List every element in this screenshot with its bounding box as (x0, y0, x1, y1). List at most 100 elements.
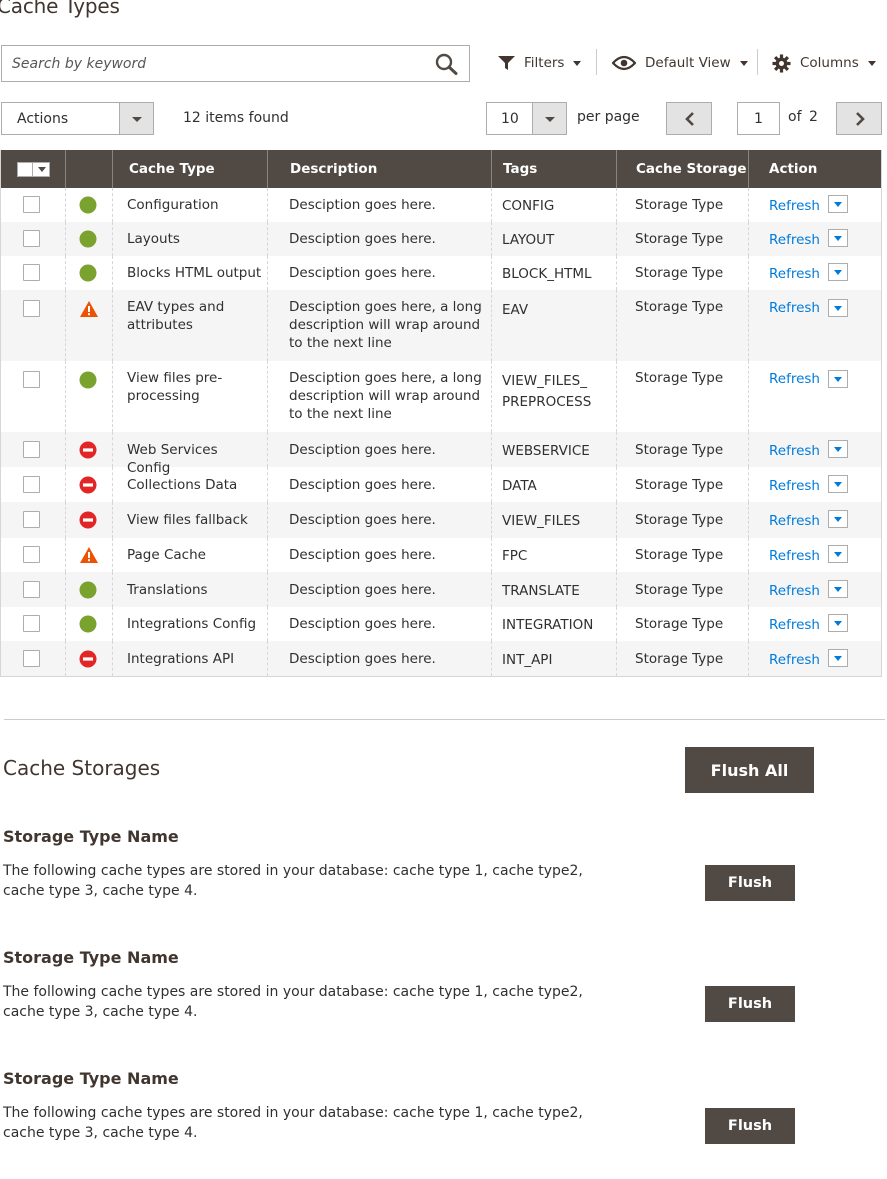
refresh-link[interactable]: Refresh (769, 547, 820, 572)
row-action-dropdown[interactable] (828, 474, 848, 493)
row-checkbox[interactable] (23, 511, 40, 528)
cell-description: Desciption goes here. (289, 616, 436, 632)
columns-button[interactable]: Columns (772, 49, 876, 77)
column-header-cache-type[interactable]: Cache Type (112, 150, 267, 188)
column-divider (748, 290, 749, 361)
refresh-link[interactable]: Refresh (769, 582, 820, 608)
search-icon[interactable] (435, 53, 459, 75)
column-header-action[interactable]: Action (748, 150, 882, 188)
row-action-dropdown[interactable] (828, 579, 848, 598)
refresh-link[interactable]: Refresh (769, 197, 820, 222)
row-action-dropdown[interactable] (828, 545, 848, 563)
column-divider (748, 572, 749, 607)
view-label: Default View (645, 55, 731, 71)
column-divider (491, 361, 492, 432)
row-checkbox[interactable] (23, 300, 40, 317)
view-switcher[interactable]: Default View (611, 49, 748, 77)
cell-tags: VIEW_FILES (502, 513, 581, 529)
column-header-tags[interactable]: Tags (491, 150, 616, 188)
refresh-link[interactable]: Refresh (769, 477, 820, 503)
column-divider (65, 432, 66, 467)
table-row: View files fallback Desciption goes here.… (1, 502, 881, 538)
column-divider (267, 222, 268, 256)
column-divider (616, 607, 617, 641)
mass-select-checkbox[interactable] (17, 162, 50, 177)
column-divider (267, 290, 268, 361)
page-number-input[interactable] (737, 102, 780, 135)
chevron-down-icon (834, 446, 842, 452)
funnel-icon (497, 55, 516, 71)
cell-cache-storage: Storage Type (635, 299, 724, 315)
refresh-link[interactable]: Refresh (769, 512, 820, 538)
row-action-dropdown[interactable] (828, 263, 848, 281)
refresh-link[interactable]: Refresh (769, 370, 820, 432)
table-row: Collections Data Desciption goes here. DAT… (1, 467, 881, 502)
flush-button[interactable]: Flush (705, 1108, 795, 1144)
row-checkbox[interactable] (23, 546, 40, 563)
filters-button[interactable]: Filters (497, 49, 582, 77)
row-action-dropdown[interactable] (828, 299, 848, 317)
refresh-link[interactable]: Refresh (769, 299, 820, 361)
column-divider (491, 256, 492, 290)
filters-label: Filters (524, 55, 565, 71)
next-page-button[interactable] (836, 102, 882, 135)
select-all-column (1, 150, 65, 188)
row-action-dropdown[interactable] (828, 510, 848, 528)
per-page-toggle[interactable] (532, 103, 566, 134)
row-action-dropdown[interactable] (828, 229, 848, 247)
cell-tags: EAV (502, 302, 529, 318)
refresh-link[interactable]: Refresh (769, 231, 820, 256)
cell-cache-storage: Storage Type (635, 265, 724, 281)
column-divider (616, 432, 617, 467)
cell-cache-storage: Storage Type (635, 547, 724, 563)
row-action-dropdown[interactable] (828, 648, 848, 667)
cell-cache-type: Integrations API (127, 650, 235, 667)
per-page-select[interactable]: 10 (486, 102, 567, 135)
refresh-link[interactable]: Refresh (769, 265, 820, 290)
row-checkbox[interactable] (23, 615, 40, 632)
table-row: Layouts Desciption goes here. LAYOUT Storag… (1, 222, 881, 256)
chevron-left-icon (685, 112, 694, 126)
row-checkbox[interactable] (23, 649, 40, 667)
search-input[interactable] (2, 46, 422, 81)
row-checkbox[interactable] (23, 580, 40, 598)
actions-dropdown[interactable]: Actions (1, 102, 154, 135)
cell-tags: TRANSLATE (502, 582, 580, 599)
cell-tags: FPC (502, 548, 528, 564)
column-divider (65, 361, 66, 432)
prev-page-button[interactable] (666, 102, 712, 135)
column-header-description[interactable]: Description (267, 150, 491, 188)
column-header-cache-storage[interactable]: Cache Storage (616, 150, 748, 188)
refresh-link[interactable]: Refresh (769, 442, 820, 468)
refresh-link[interactable]: Refresh (769, 651, 820, 677)
column-divider (748, 432, 749, 467)
table-row: Translations Desciption goes here. TRANSLA… (1, 572, 881, 607)
flush-all-button[interactable]: Flush All (685, 747, 814, 793)
refresh-link[interactable]: Refresh (769, 616, 820, 641)
chevron-down-icon (834, 621, 842, 626)
flush-button[interactable]: Flush (705, 865, 795, 901)
flush-button[interactable]: Flush (705, 986, 795, 1022)
chevron-down-icon (834, 306, 842, 311)
row-checkbox[interactable] (23, 230, 40, 247)
column-divider (65, 467, 66, 502)
storage-type-name: Storage Type Name (3, 827, 179, 846)
table-row: View files pre-processing Desciption goes… (1, 361, 881, 432)
chevron-down-icon (834, 586, 842, 592)
column-divider (65, 502, 66, 538)
row-action-dropdown[interactable] (828, 439, 848, 458)
row-action-dropdown[interactable] (828, 195, 848, 213)
chevron-down-icon (834, 655, 842, 661)
row-checkbox[interactable] (23, 371, 40, 388)
row-checkbox[interactable] (23, 475, 40, 493)
row-checkbox[interactable] (23, 264, 40, 281)
column-divider (65, 538, 66, 572)
column-divider (616, 188, 617, 222)
actions-dropdown-toggle[interactable] (119, 103, 153, 134)
row-checkbox[interactable] (23, 440, 40, 458)
row-action-dropdown[interactable] (828, 614, 848, 632)
table-row: Page Cache Desciption goes here. FPC Storag… (1, 538, 881, 572)
row-checkbox[interactable] (23, 196, 40, 213)
grid-header: Cache Type Description Tags Cache Storag… (1, 150, 881, 188)
row-action-dropdown[interactable] (828, 370, 848, 388)
